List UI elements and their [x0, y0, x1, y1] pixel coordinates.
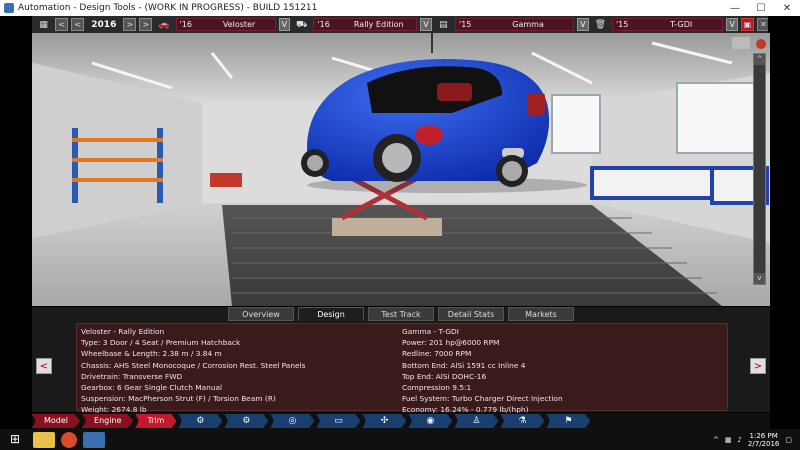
year-prev-button[interactable]: < — [71, 18, 85, 31]
windows-start-icon[interactable]: ⊞ — [0, 429, 30, 450]
system-tray: ^ ▦ ♪ 1:26 PM 2/7/2016 ▢ — [713, 432, 800, 448]
variant-field[interactable]: '15 T-GDI — [611, 18, 724, 31]
car-spec-line: Suspension: MacPherson Strut (F) / Torsi… — [81, 394, 276, 404]
clock-time: 1:26 PM — [749, 431, 778, 440]
car-spec-line: Type: 3 Door / 4 Seat / Premium Hatchbac… — [81, 338, 241, 348]
design-tabs: Overview Design Test Track Detail Stats … — [32, 307, 770, 322]
garage-scene — [32, 33, 770, 306]
engine-field[interactable]: '15 Gamma — [455, 18, 575, 31]
engine-spec-line: Gamma - T-GDI — [402, 327, 459, 336]
engine-spec-line: Compression 9.5:1 — [402, 383, 472, 393]
car-model-icon: 🚗 — [158, 19, 170, 30]
app-icon — [4, 3, 14, 13]
window-title: Automation - Design Tools - (WORK IN PRO… — [18, 3, 318, 13]
bottom-navigation: Model Engine Trim ⚙ ⚙ ◎ ▭ ✣ ◉ ♙ ⚗ ⚑ — [32, 413, 770, 429]
minimize-button[interactable]: — — [722, 3, 748, 14]
window-title-bar: Automation - Design Tools - (WORK IN PRO… — [0, 0, 800, 16]
scroll-down-button[interactable]: v — [754, 273, 765, 284]
model-field[interactable]: '16 Veloster — [175, 18, 276, 31]
engine-icon: ▤ — [439, 19, 448, 30]
tray-chevron-icon[interactable]: ^ — [713, 436, 719, 444]
tab-test-track[interactable]: Test Track — [368, 307, 434, 321]
tab-detail-stats[interactable]: Detail Stats — [438, 307, 504, 321]
year-next-far-button[interactable]: > — [139, 18, 153, 31]
safety-icon[interactable]: ♙ — [454, 414, 499, 428]
clock[interactable]: 1:26 PM 2/7/2016 — [748, 432, 779, 448]
design-toolbar: ▦ < < 2016 > > 🚗 '16 Veloster V ⛟ '16 Ra… — [32, 16, 770, 33]
tab-markets[interactable]: Markets — [508, 307, 574, 321]
close-window-button[interactable]: ✕ — [774, 3, 800, 14]
gearbox-icon[interactable]: ⚙ — [178, 414, 223, 428]
calendar-icon[interactable]: ▦ — [35, 19, 52, 31]
scroll-up-button[interactable]: ^ — [754, 54, 765, 65]
prev-arrow-button[interactable]: < — [36, 358, 52, 374]
finish-flag-icon[interactable]: ⚑ — [546, 414, 591, 428]
engine-spec-line: Redline: 7000 RPM — [402, 349, 472, 359]
car-3d-viewport[interactable]: ^ v — [32, 33, 770, 306]
engine-spec-line: Fuel System: Turbo Charger Direct Inject… — [402, 394, 563, 404]
os-taskbar: ⊞ ^ ▦ ♪ 1:26 PM 2/7/2016 ▢ — [0, 429, 800, 450]
engine-spec-line: Bottom End: AlSi 1591 cc Inline 4 — [402, 360, 526, 370]
car-spec-column: Veloster - Rally Edition Type: 3 Door / … — [81, 326, 391, 416]
car-spec-line: Drivetrain: Transverse FWD — [81, 371, 183, 381]
model-dropdown-button[interactable]: V — [278, 18, 291, 31]
wheels-icon[interactable]: ⚙ — [224, 414, 269, 428]
car-spec-line: Veloster - Rally Edition — [81, 327, 165, 336]
nav-model[interactable]: Model — [32, 414, 81, 428]
design-summary-panel: Veloster - Rally Edition Type: 3 Door / … — [76, 323, 728, 414]
trash-icon[interactable]: 🗑 — [592, 19, 609, 31]
automation-app-icon[interactable] — [83, 431, 105, 448]
year-display: 2016 — [91, 19, 117, 30]
variant-dropdown-button[interactable]: V — [726, 18, 738, 31]
close-view-icon[interactable] — [756, 39, 766, 49]
trim-dropdown-button[interactable]: V — [420, 18, 432, 31]
year-next-button[interactable]: > — [123, 18, 137, 31]
tab-design[interactable]: Design — [298, 307, 364, 321]
view-scrollbar[interactable]: ^ v — [753, 53, 766, 285]
nav-trim[interactable]: Trim — [135, 414, 177, 428]
engine-spec-line: Top End: AlSi DOHC-16 — [402, 371, 487, 381]
volume-icon[interactable]: ♪ — [737, 436, 741, 444]
interior-icon[interactable]: ◉ — [408, 414, 453, 428]
design-info-area: < Veloster - Rally Edition Type: 3 Door … — [32, 322, 770, 414]
engine-spec-column: Gamma - T-GDI Power: 201 hp@6000 RPM Red… — [402, 326, 722, 416]
car-spec-line: Chassis: AHS Steel Monocoque / Corrosion… — [81, 360, 306, 370]
engine-dropdown-button[interactable]: V — [577, 18, 589, 31]
car-spec-line: Gearbox: 6 Gear Single Clutch Manual — [81, 383, 223, 393]
body-icon[interactable]: ▭ — [316, 414, 361, 428]
next-arrow-button[interactable]: > — [750, 358, 766, 374]
year-prev-far-button[interactable]: < — [55, 18, 69, 31]
aero-icon[interactable]: ✣ — [362, 414, 407, 428]
nav-engine[interactable]: Engine — [82, 414, 134, 428]
suspension-icon[interactable]: ◎ — [270, 414, 315, 428]
engine-spec-line: Power: 201 hp@6000 RPM — [402, 338, 500, 348]
right-margin — [768, 16, 800, 306]
car-spec-line: Wheelbase & Length: 2.38 m / 3.84 m — [81, 349, 222, 359]
notifications-icon[interactable]: ▢ — [785, 436, 792, 444]
chrome-icon[interactable] — [61, 431, 77, 448]
tab-overview[interactable]: Overview — [228, 307, 294, 321]
save-icon[interactable]: ▣ — [741, 18, 754, 31]
maximize-button[interactable]: ☐ — [748, 3, 774, 14]
camera-icon[interactable] — [732, 37, 750, 49]
trim-icon: ⛟ — [296, 19, 308, 30]
network-icon[interactable]: ▦ — [725, 436, 732, 444]
testing-icon[interactable]: ⚗ — [500, 414, 545, 428]
trim-field[interactable]: '16 Rally Edition — [313, 18, 418, 31]
left-margin — [0, 16, 32, 306]
clock-date: 2/7/2016 — [747, 439, 780, 448]
file-explorer-icon[interactable] — [33, 431, 55, 448]
